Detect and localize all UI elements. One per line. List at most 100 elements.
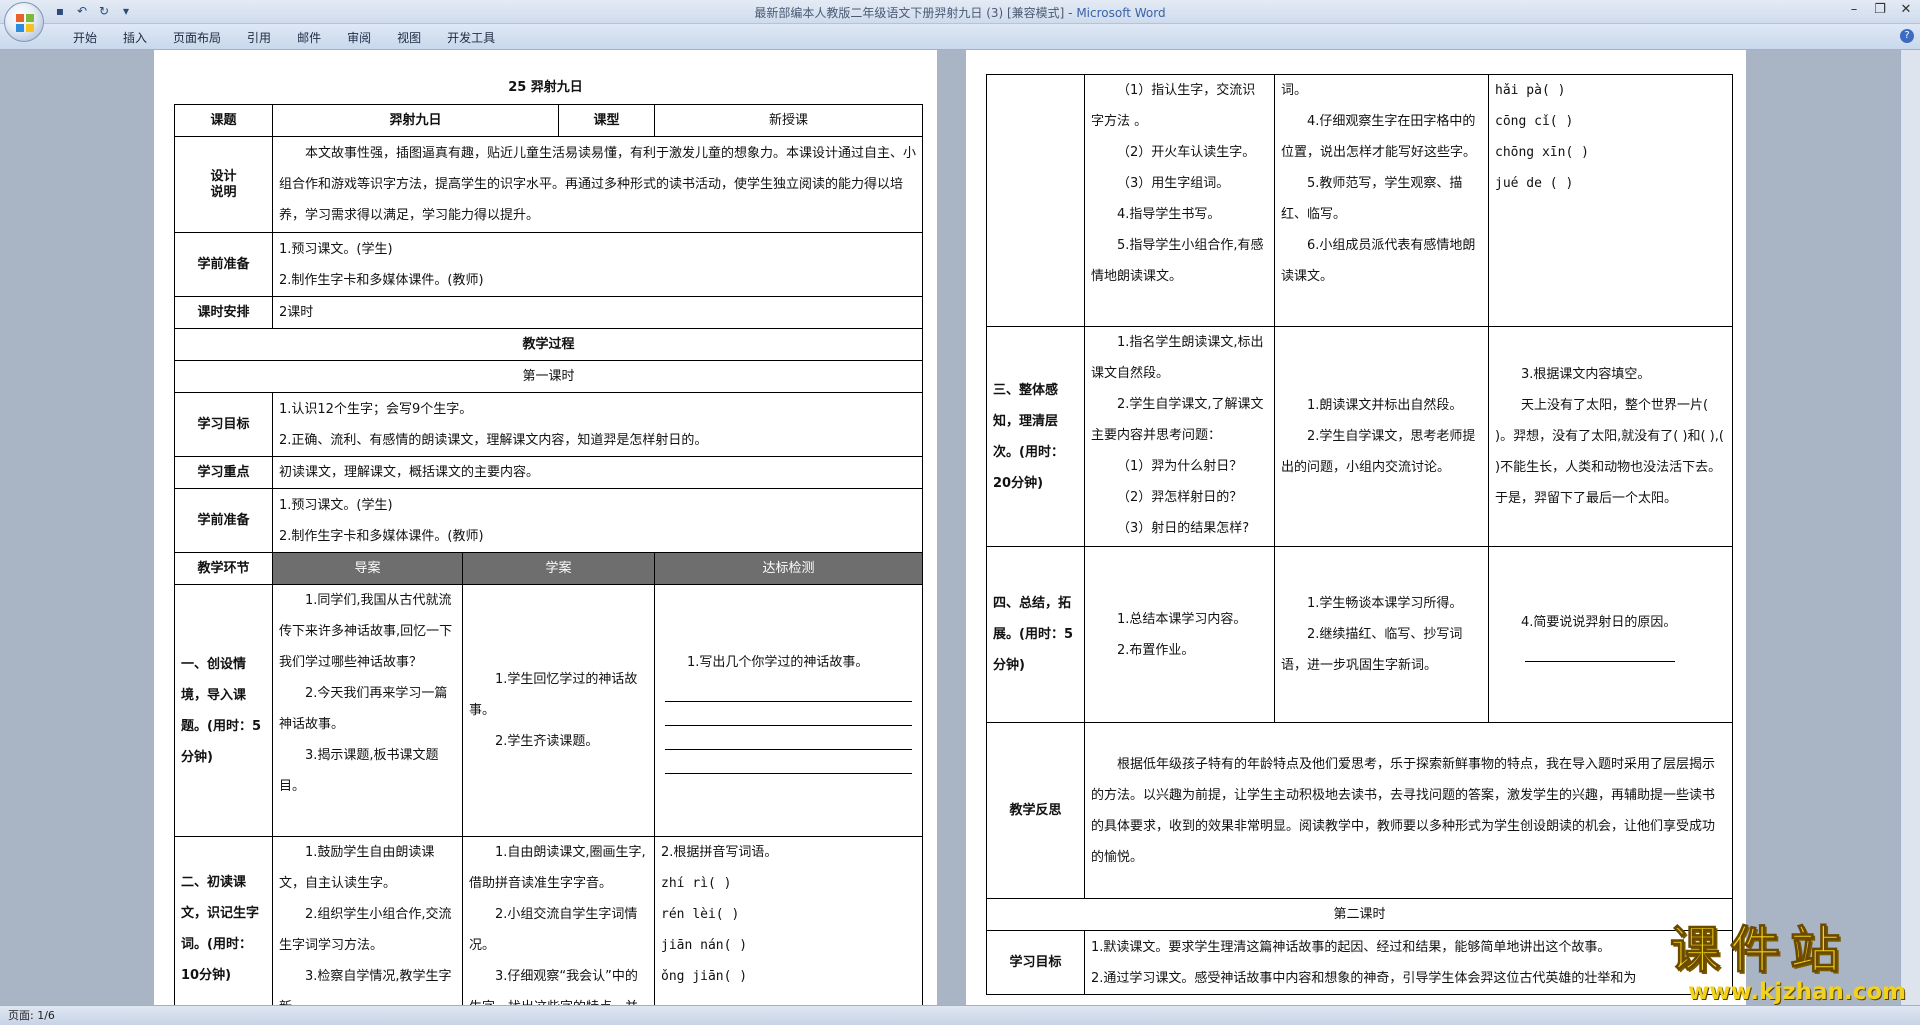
stage4-label: 四、总结，拓展。(用时：5分钟) bbox=[986, 546, 1085, 723]
stage4-guide: 1.总结本课学习内容。 2.布置作业。 bbox=[1084, 546, 1275, 723]
label-prep-2: 学前准备 bbox=[174, 488, 273, 553]
tab-references[interactable]: 引用 bbox=[234, 29, 284, 46]
stage2-study-1: 1.自由朗读课文,圈画生字,借助拼音读准生字字音。 bbox=[469, 845, 646, 891]
reflection-text: 根据低年级孩子特有的年龄特点及他们爱思考，乐于探索新鲜事物的特点，我在导入题时采… bbox=[1084, 722, 1733, 899]
minimize-icon[interactable]: – bbox=[1846, 2, 1862, 17]
stage1-guide-3: 3.揭示课题,板书课文题目。 bbox=[279, 748, 439, 794]
stage3-label: 三、整体感知，理清层次。(用时：20分钟) bbox=[986, 326, 1085, 547]
label-hours: 课时安排 bbox=[174, 296, 273, 329]
tab-home[interactable]: 开始 bbox=[60, 29, 110, 46]
label-focus: 学习重点 bbox=[174, 456, 273, 489]
stage2b-guide-4: 4.指导学生书写。 bbox=[1117, 207, 1221, 222]
stage2-check: 2.根据拼音写词语。 zhí rì( ) rén lèi( ) jiān nán… bbox=[654, 836, 924, 1005]
prep-line-2: 2.制作生字卡和多媒体课件。(教师) bbox=[279, 272, 484, 288]
stage3-guide-2: 2.学生自学课文,了解课文主要内容并思考问题： bbox=[1091, 397, 1264, 443]
tab-mailings[interactable]: 邮件 bbox=[284, 29, 334, 46]
label-design: 设计说明 bbox=[174, 136, 273, 233]
stage2-guide-3: 3.检察自学情况,教学生字新 bbox=[279, 969, 452, 1005]
tab-insert[interactable]: 插入 bbox=[110, 29, 160, 46]
stage2-study: 1.自由朗读课文,圈画生字,借助拼音读准生字字音。 2.小组交流自学生字词情况。… bbox=[461, 836, 656, 1005]
stage4-study-1: 1.学生畅谈本课学习所得。 bbox=[1307, 596, 1463, 611]
stage2-check-1: 2.根据拼音写词语。 bbox=[661, 845, 778, 860]
topic-value: 羿射九日 bbox=[271, 104, 560, 137]
prep-cell: 1.预习课文。(学生) 2.制作生字卡和多媒体课件。(教师) bbox=[271, 232, 924, 297]
label-reflection: 教学反思 bbox=[986, 722, 1085, 899]
vertical-scrollbar[interactable] bbox=[1900, 50, 1920, 1005]
stage2b-study-1: 词。 bbox=[1281, 83, 1308, 98]
stage2b-study: 词。 4.仔细观察生字在田字格中的位置，说出怎样才能写好这些字。 5.教师范写，… bbox=[1274, 74, 1489, 327]
stage2b-check: hǎi pà( ) cōng cǐ( ) chōng xīn( ) jué de… bbox=[1488, 74, 1733, 327]
stage3-study-2: 2.学生自学课文，思考老师提出的问题，小组内交流讨论。 bbox=[1281, 429, 1476, 475]
window-title: 最新部编本人教版二年级语文下册羿射九日 (3) [兼容模式] - Microso… bbox=[754, 6, 1166, 20]
stage4-guide-2: 2.布置作业。 bbox=[1117, 642, 1195, 658]
stage2b-study-3: 5.教师范写，学生观察、描红、临写。 bbox=[1281, 176, 1463, 222]
stage3-study-1: 1.朗读课文并标出自然段。 bbox=[1307, 398, 1463, 413]
document-page-1: 25 羿射九日 课题 羿射九日 课型 新授课 设计说明 本文故事性强，插图逼真有… bbox=[154, 50, 937, 1005]
stage4-study: 1.学生畅谈本课学习所得。 2.继续描红、临写、抄写词语，进一步巩固生字新词。 bbox=[1274, 546, 1489, 723]
close-icon[interactable]: ✕ bbox=[1898, 2, 1914, 17]
label-type: 课型 bbox=[558, 104, 656, 137]
tab-page-layout[interactable]: 页面布局 bbox=[160, 29, 234, 46]
prep2-line-2: 2.制作生字卡和多媒体课件。(教师) bbox=[279, 528, 484, 544]
lesson1-heading: 第一课时 bbox=[173, 360, 924, 393]
process-heading: 教学过程 bbox=[173, 328, 924, 361]
stage4-check-1: 4.简要说说羿射日的原因。 bbox=[1521, 615, 1677, 630]
stage1-guide-1: 1.同学们,我国从古代就流传下来许多神话故事,回忆一下我们学过哪些神话故事？ bbox=[279, 593, 453, 670]
stage1-guide-2: 2.今天我们再来学习一篇神话故事。 bbox=[279, 686, 448, 732]
watermark-url: www.kjzhan.com bbox=[1688, 979, 1906, 1005]
stage4-guide-1: 1.总结本课学习内容。 bbox=[1117, 611, 1247, 627]
pinyin-item: rén lèi( ) bbox=[661, 907, 740, 922]
stage1-check-1: 1.写出几个你学过的神话故事。 bbox=[687, 655, 869, 670]
document-page-2: （1）指认生字，交流识字方法 。 （2）开火车认读生字。 （3）用生字组词。 4… bbox=[966, 50, 1746, 1005]
goals-cell: 1.认识12个生字；会写9个生字。 2.正确、流利、有感情的朗读课文，理解课文内… bbox=[271, 392, 924, 457]
stage4-study-2: 2.继续描红、临写、抄写词语，进一步巩固生字新词。 bbox=[1281, 627, 1463, 673]
stage2-study-2: 2.小组交流自学生字词情况。 bbox=[469, 907, 638, 953]
stage2-label: 二、初读课文，识记生字词。(用时：10分钟) bbox=[174, 836, 273, 1005]
lesson-heading: 25 羿射九日 bbox=[508, 80, 583, 95]
watermark-title: 课件站 bbox=[1670, 921, 1850, 980]
answer-line bbox=[665, 678, 913, 702]
lesson2-heading: 第二课时 bbox=[986, 898, 1733, 931]
pinyin-item: cōng cǐ( ) bbox=[1495, 114, 1574, 129]
stage2b-guide-3: （3）用生字组词。 bbox=[1117, 176, 1230, 191]
page-indicator[interactable]: 页面: 1/6 bbox=[8, 1009, 55, 1022]
label-topic: 课题 bbox=[174, 104, 273, 137]
stage1-label: 一、创设情境，导入课题。(用时：5分钟) bbox=[174, 584, 273, 837]
ribbon-tabs: 开始 插入 页面布局 引用 邮件 审阅 视图 开发工具 bbox=[60, 29, 508, 46]
stage3-study: 1.朗读课文并标出自然段。 2.学生自学课文，思考老师提出的问题，小组内交流讨论… bbox=[1274, 326, 1489, 547]
stage2b-guide-5: 5.指导学生小组合作,有感情地朗读课文。 bbox=[1091, 238, 1264, 284]
stage2-study-3: 3.仔细观察“我会认”中的生字，找出这些字的特点，并组 bbox=[469, 969, 638, 1005]
watermark-logo: 课件站 www.kjzhan.com bbox=[1670, 920, 1910, 1008]
status-bar: 页面: 1/6 bbox=[0, 1005, 1920, 1025]
answer-line bbox=[1525, 638, 1675, 662]
design-text: 本文故事性强，插图逼真有趣，贴近儿童生活易读易懂，有利于激发儿童的想象力。本课设… bbox=[271, 136, 924, 233]
pinyin-item: jué de ( ) bbox=[1495, 176, 1574, 191]
tab-developer[interactable]: 开发工具 bbox=[434, 29, 508, 46]
tab-view[interactable]: 视图 bbox=[384, 29, 434, 46]
pinyin-item: hǎi pà( ) bbox=[1495, 83, 1566, 98]
stage1-study: 1.学生回忆学过的神话故事。 2.学生齐读课题。 bbox=[461, 584, 656, 837]
label-stage: 教学环节 bbox=[174, 552, 273, 585]
stage4-check: 4.简要说说羿射日的原因。 bbox=[1488, 546, 1733, 723]
lesson-plan-table: 课题 羿射九日 课型 新授课 设计说明 本文故事性强，插图逼真有趣，贴近儿童生活… bbox=[173, 104, 924, 1005]
stage3-guide-4: （2）羿怎样射日的？ bbox=[1117, 490, 1243, 505]
ribbon: 开始 插入 页面布局 引用 邮件 审阅 视图 开发工具 ? bbox=[0, 24, 1920, 50]
goal2-line-2: 2.通过学习课文。感受神话故事中内容和想象的神奇，引导学生体会羿这位古代英雄的壮… bbox=[1091, 970, 1637, 986]
stage2-guide-1: 1.鼓励学生自由朗读课文，自主认读生字。 bbox=[279, 845, 435, 891]
prep2-cell: 1.预习课文。(学生) 2.制作生字卡和多媒体课件。(教师) bbox=[271, 488, 924, 553]
help-icon[interactable]: ? bbox=[1900, 29, 1914, 43]
focus-value: 初读课文，理解课文，概括课文的主要内容。 bbox=[271, 456, 924, 489]
title-bar: ▪ ↶ ↻ ▾ 最新部编本人教版二年级语文下册羿射九日 (3) [兼容模式] -… bbox=[0, 0, 1920, 24]
stage3-check-2: 天上没有了太阳，整个世界一片( )。羿想，没有了太阳,就没有了( )和( ),(… bbox=[1495, 398, 1724, 506]
stage2b-guide-1: （1）指认生字，交流识字方法 。 bbox=[1091, 83, 1256, 129]
stage1-study-2: 2.学生齐读课题。 bbox=[495, 734, 599, 749]
tab-review[interactable]: 审阅 bbox=[334, 29, 384, 46]
restore-icon[interactable]: ❐ bbox=[1872, 2, 1888, 17]
type-value: 新授课 bbox=[654, 104, 924, 137]
pinyin-item: zhí rì( ) bbox=[661, 876, 732, 891]
header-study: 学案 bbox=[461, 552, 656, 585]
stage3-guide-5: （3）射日的结果怎样? bbox=[1117, 521, 1250, 536]
office-button[interactable] bbox=[4, 2, 44, 42]
stage2-label-cont bbox=[986, 74, 1085, 327]
answer-line bbox=[665, 726, 913, 750]
